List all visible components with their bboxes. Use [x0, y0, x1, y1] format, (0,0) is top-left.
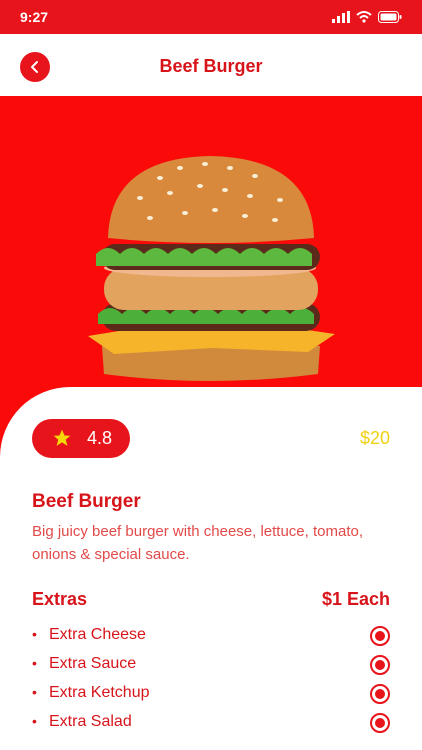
- radio-selected-icon: [375, 660, 385, 670]
- status-icons: [332, 11, 402, 23]
- bullet-icon: •: [32, 626, 37, 642]
- rating-value: 4.8: [87, 428, 113, 448]
- rating-badge: 4.8: [32, 419, 130, 458]
- radio-button[interactable]: [370, 713, 390, 733]
- extra-item-salad[interactable]: • Extra Salad: [32, 709, 390, 738]
- status-bar: 9:27: [0, 0, 422, 34]
- battery-icon: [378, 11, 402, 23]
- bullet-icon: •: [32, 655, 37, 671]
- extra-label: Extra Salad: [49, 713, 132, 730]
- nav-bar: Beef Burger: [0, 34, 422, 96]
- product-price: $20: [359, 428, 390, 448]
- wifi-icon: [356, 11, 372, 23]
- status-time: 9:27: [20, 9, 49, 25]
- extra-item-ketchup[interactable]: • Extra Ketchup: [32, 680, 390, 709]
- extra-label: Extra Cheese: [49, 626, 146, 643]
- extras-list: • Extra Cheese • Extra Sauce • Extra Ket…: [32, 622, 390, 738]
- star-icon: [53, 429, 71, 446]
- extra-label: Extra Sauce: [49, 655, 137, 672]
- page-title: Beef Burger: [159, 56, 263, 76]
- signal-icon: [332, 11, 350, 23]
- extra-item-cheese[interactable]: • Extra Cheese: [32, 622, 390, 651]
- radio-selected-icon: [375, 631, 385, 641]
- product-description: Big juicy beef burger with cheese, lettu…: [32, 523, 364, 563]
- extra-label: Extra Ketchup: [49, 684, 150, 701]
- radio-button[interactable]: [370, 684, 390, 704]
- radio-selected-icon: [375, 718, 385, 728]
- bullet-icon: •: [32, 684, 37, 700]
- extra-item-sauce[interactable]: • Extra Sauce: [32, 651, 390, 680]
- radio-button[interactable]: [370, 626, 390, 646]
- extras-price: $1 Each: [321, 589, 390, 609]
- radio-button[interactable]: [370, 655, 390, 675]
- radio-selected-icon: [375, 689, 385, 699]
- product-name: Beef Burger: [32, 491, 141, 512]
- bullet-icon: •: [32, 713, 37, 729]
- extras-title: Extras: [32, 589, 88, 609]
